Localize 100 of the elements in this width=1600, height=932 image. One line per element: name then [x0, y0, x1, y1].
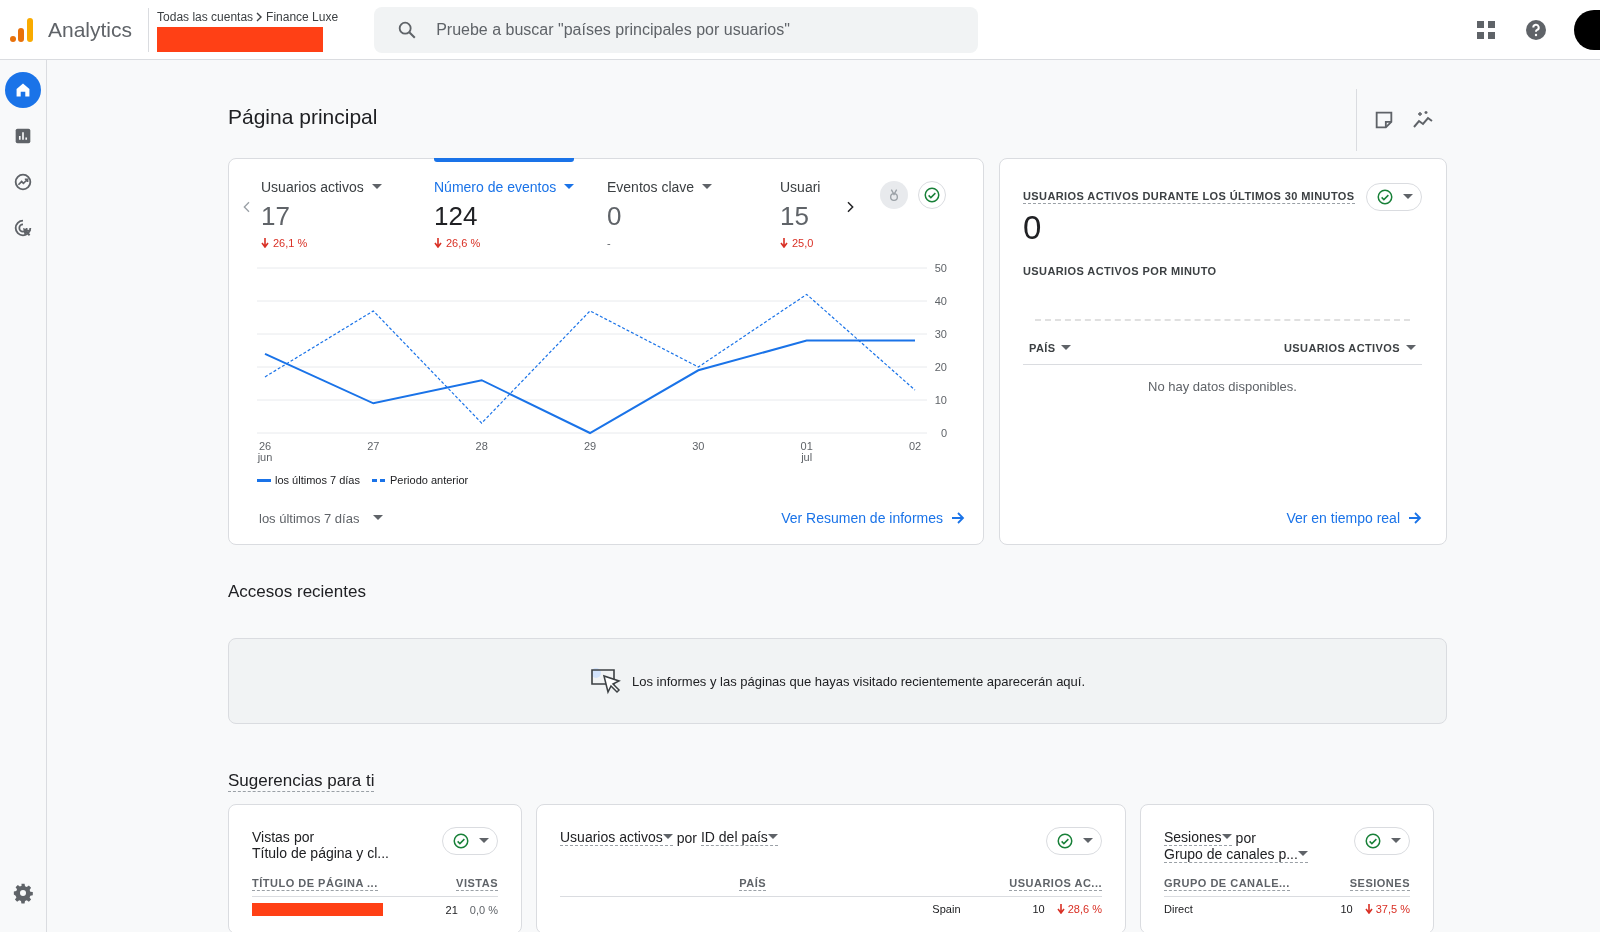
legend-label: los últimos 7 días — [275, 474, 360, 486]
card-subtitle: USUARIOS ACTIVOS POR MINUTO — [1023, 265, 1218, 277]
down-arrow-icon — [261, 238, 269, 248]
change-text: 26,1 % — [261, 237, 416, 249]
caret-icon — [1402, 194, 1413, 200]
note-icon[interactable] — [1373, 109, 1395, 131]
caret-icon — [373, 515, 384, 521]
change-cell: 0,0 % — [469, 903, 498, 916]
column-header[interactable]: SESIONES — [1349, 877, 1410, 891]
arrow-right-icon — [951, 511, 965, 525]
axis-tick-label: 02 — [908, 440, 922, 452]
avatar[interactable] — [1574, 9, 1600, 50]
caret-icon — [478, 838, 489, 844]
title-text: Título de página y cl... — [252, 845, 389, 861]
axis-tick-label: 50 — [934, 262, 947, 274]
dimension-dropdown[interactable]: ID del país — [700, 829, 778, 846]
breadcrumb-link[interactable]: Finance Luxe — [266, 9, 339, 24]
axis-tick-label: 01 jul — [800, 440, 813, 463]
column-header[interactable]: VISTAS — [456, 877, 498, 891]
change-text: 26,6 % — [434, 237, 589, 249]
caret-icon — [662, 834, 673, 840]
down-arrow-icon — [1364, 904, 1373, 914]
analytics-logo-icon — [8, 15, 36, 44]
check-circle-icon — [1055, 832, 1074, 850]
caret-icon — [1082, 838, 1093, 844]
realtime-link[interactable]: Ver en tiempo real — [1286, 510, 1422, 526]
nav-item[interactable] — [5, 72, 41, 108]
axis-tick-label: 0 — [940, 427, 947, 439]
status-dropdown[interactable] — [1046, 827, 1102, 855]
title-text: Vistas — [252, 829, 290, 845]
trend-chart-icon — [12, 171, 34, 193]
axis-tick-label: 26 jun — [257, 440, 273, 463]
title-text: por — [676, 829, 697, 846]
metric-value: 0 — [1023, 209, 1043, 247]
legend-swatch — [257, 478, 271, 482]
column-header[interactable]: PAÍS — [739, 877, 767, 891]
caret-icon — [767, 834, 778, 840]
dimension-dropdown[interactable]: Grupo de canales p... — [1164, 846, 1308, 863]
status-dropdown[interactable] — [442, 827, 498, 855]
cursor-window-icon — [589, 667, 622, 695]
down-arrow-icon — [434, 238, 442, 248]
axis-tick-label: 20 — [934, 361, 947, 373]
column-header[interactable]: USUARIOS ACTIVOS — [1284, 342, 1416, 354]
dimension-dropdown[interactable]: Sesiones — [1164, 829, 1232, 846]
report-link[interactable]: Ver Resumen de informes — [781, 510, 965, 526]
table-cell: 10 — [1340, 903, 1353, 915]
metric-tab[interactable]: Usuari 15 25,0 — [780, 159, 828, 259]
axis-tick-label: 28 — [475, 440, 488, 452]
axis-tick-label: 30 — [692, 440, 705, 452]
product-name: Analytics — [48, 17, 133, 42]
axis-tick-label: 29 — [583, 440, 597, 452]
help-icon[interactable] — [1524, 17, 1548, 42]
change-cell: 28,6 % — [1056, 903, 1102, 915]
breadcrumb-link[interactable]: Todas las cuentas — [157, 9, 254, 24]
axis-tick-label: 27 — [367, 440, 380, 452]
caret-icon — [1406, 345, 1416, 351]
check-circle-icon — [1363, 832, 1382, 850]
status-dropdown[interactable] — [1366, 183, 1422, 211]
down-arrow-icon — [1056, 904, 1065, 914]
settings-icon[interactable] — [12, 882, 34, 904]
axis-tick-label: 30 — [934, 328, 947, 340]
caret-icon — [702, 184, 713, 190]
change-text: 25,0 — [780, 237, 828, 249]
card-title: USUARIOS ACTIVOS DURANTE LOS ÚLTIMOS 30 MINUTOS — [1023, 190, 1355, 204]
target-cursor-icon — [12, 217, 34, 239]
table-cell: 21 — [445, 903, 458, 916]
metric-tab[interactable]: Eventos clave 0 - — [607, 159, 762, 259]
table-cell: Spain — [932, 903, 961, 915]
section-heading: Sugerencias para ti — [228, 771, 375, 792]
dimension-dropdown[interactable]: Usuarios activos — [560, 829, 673, 846]
change-cell: 37,5 % — [1364, 903, 1410, 915]
legend-label: Periodo anterior — [390, 474, 469, 486]
caret-icon — [1221, 834, 1232, 840]
caret-icon — [1390, 838, 1401, 844]
search-field[interactable]: Pruebe a buscar "países principales por usuarios" — [374, 6, 979, 53]
axis-tick-label: 10 — [934, 394, 947, 406]
empty-message: No hay datos disponibles. — [1147, 379, 1298, 394]
section-heading: Accesos recientes — [228, 581, 366, 602]
check-circle-icon — [923, 186, 941, 204]
column-header[interactable]: PAÍS — [1029, 342, 1072, 354]
column-header[interactable]: GRUPO DE CANALE... — [1164, 877, 1290, 891]
caret-icon — [371, 184, 382, 190]
axis-tick-label: 40 — [934, 295, 947, 307]
status-dropdown[interactable] — [1354, 827, 1410, 855]
column-header[interactable]: TÍTULO DE PÁGINA ... — [252, 877, 378, 891]
table-cell: 10 — [1032, 903, 1045, 915]
metric-tab[interactable]: Número de eventos 124 26,6 % — [434, 159, 589, 259]
date-range-dropdown[interactable]: los últimos 7 días — [259, 510, 384, 526]
column-header[interactable]: USUARIOS AC... — [1009, 877, 1102, 891]
table-cell: Direct — [1164, 903, 1193, 915]
metric-tab[interactable]: Usuarios activos 17 26,1 % — [261, 159, 416, 259]
check-circle-icon — [1375, 188, 1394, 206]
change-text: - — [607, 237, 612, 249]
caret-icon — [1061, 345, 1072, 351]
dashed-legend-swatch — [372, 478, 386, 482]
caret-icon — [564, 184, 575, 190]
title-text: por — [293, 829, 315, 845]
title-text: por — [1235, 829, 1256, 846]
arrow-right-icon — [1408, 511, 1422, 525]
down-arrow-icon — [780, 238, 788, 248]
